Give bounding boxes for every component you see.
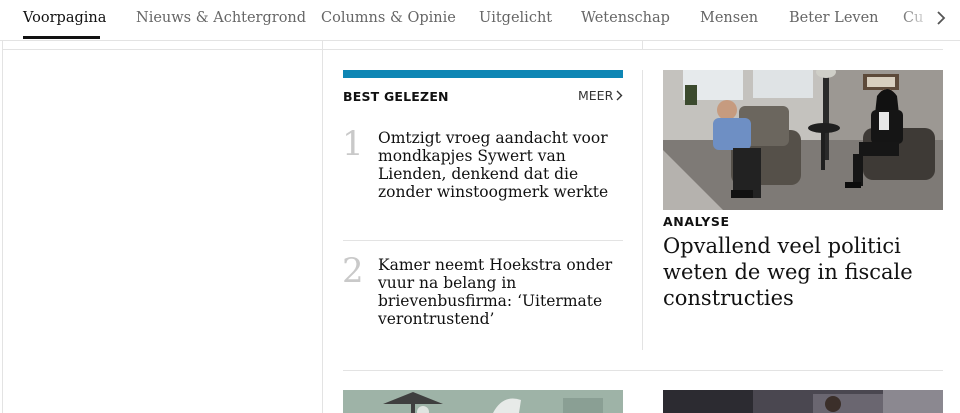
meer-label: MEER	[578, 88, 614, 103]
best-gelezen-heading: BEST GELEZEN	[343, 89, 449, 104]
column-divider-left	[322, 41, 323, 413]
nav-item-nieuws-achtergrond[interactable]: Nieuws & Achtergrond	[136, 10, 306, 26]
featured-headline[interactable]: Opvallend veel politici weten de weg in …	[663, 233, 948, 311]
nav-active-indicator	[23, 36, 100, 39]
column-divider-middle	[642, 70, 643, 350]
thumbnail-illustration	[343, 390, 623, 413]
interview-room-illustration	[663, 70, 943, 210]
nav-item-columns-opinie[interactable]: Columns & Opinie	[321, 10, 456, 26]
article-thumbnail[interactable]	[343, 390, 623, 413]
best-gelezen-headline[interactable]: Kamer neemt Hoekstra onder vuur na belan…	[378, 256, 623, 328]
chevron-right-icon	[616, 90, 623, 101]
featured-article-photo[interactable]	[663, 70, 943, 210]
best-gelezen-headline[interactable]: Omtzigt vroeg aandacht voor mondkapjes S…	[378, 129, 623, 201]
nav-item-wetenschap[interactable]: Wetenschap	[581, 10, 670, 26]
nav-item-mensen[interactable]: Mensen	[700, 10, 758, 26]
section-top-divider	[3, 49, 943, 50]
meer-link[interactable]: MEER	[578, 88, 623, 103]
nav-scroll-right-button[interactable]	[932, 7, 950, 29]
best-gelezen-accent-bar	[343, 70, 623, 78]
list-divider	[343, 240, 623, 241]
rank-number: 1	[342, 124, 364, 164]
page-edge-line	[2, 41, 3, 413]
rank-number: 2	[342, 251, 364, 291]
nav-item-uitgelicht[interactable]: Uitgelicht	[479, 10, 552, 26]
nav-fade	[900, 0, 932, 38]
chevron-right-icon	[937, 11, 946, 25]
thumbnail-illustration	[663, 390, 943, 413]
section-bottom-divider	[343, 370, 943, 371]
nav-item-beter-leven[interactable]: Beter Leven	[789, 10, 879, 26]
article-category-label: ANALYSE	[663, 214, 730, 229]
top-navigation: Voorpagina Nieuws & Achtergrond Columns …	[0, 0, 960, 41]
nav-item-voorpagina[interactable]: Voorpagina	[23, 10, 106, 26]
article-thumbnail[interactable]	[663, 390, 943, 413]
